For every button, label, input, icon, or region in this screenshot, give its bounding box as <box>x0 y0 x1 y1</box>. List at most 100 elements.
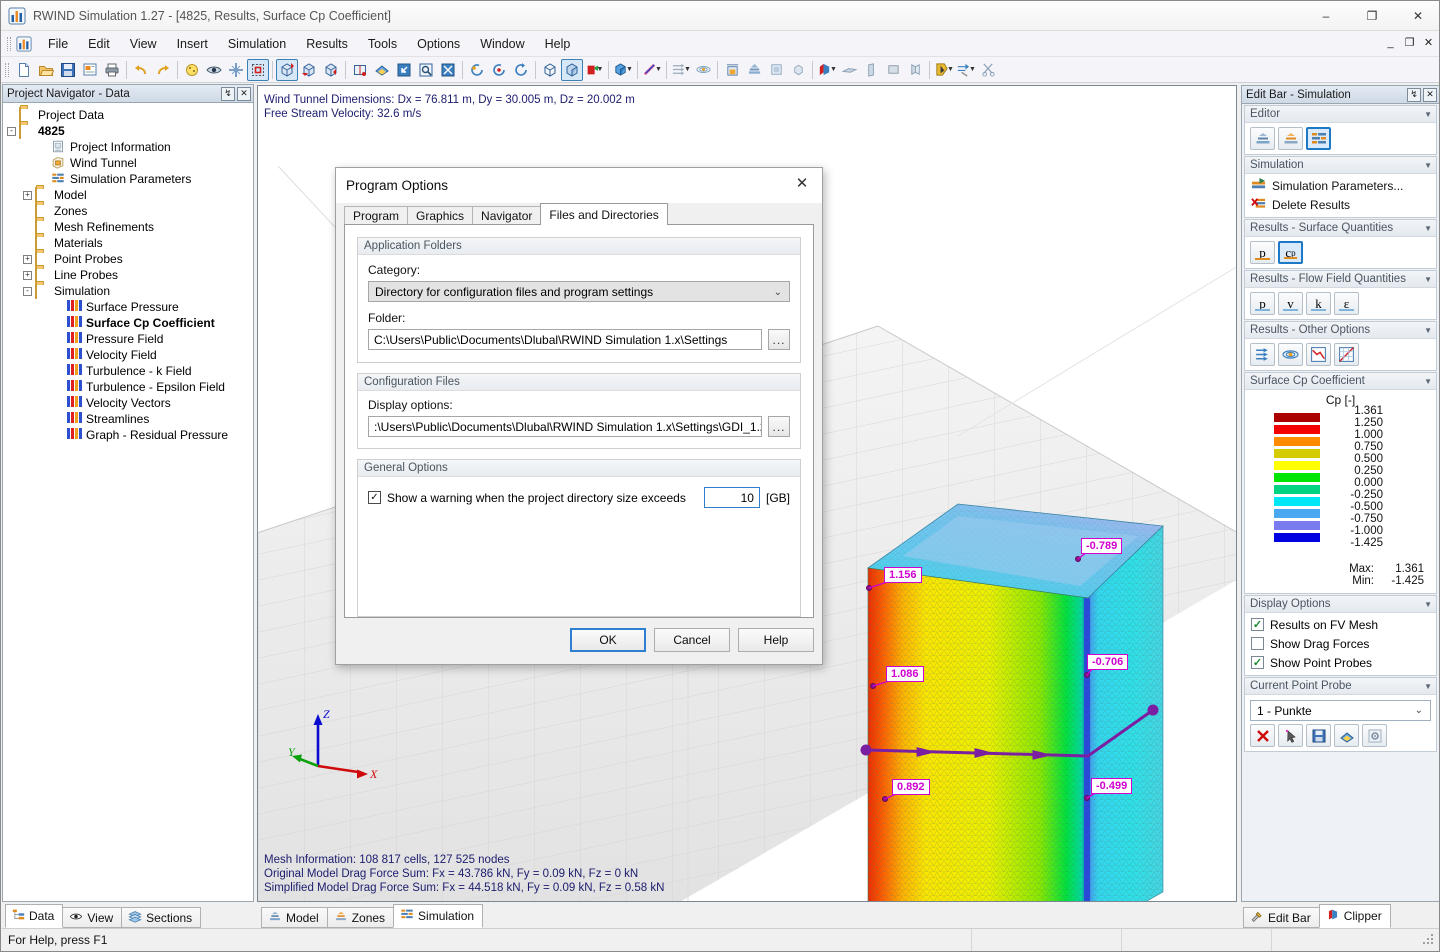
probe-point-marker[interactable] <box>870 683 876 689</box>
bottom-tab-clipper[interactable]: Clipper <box>1318 904 1391 928</box>
expand-icon[interactable]: + <box>23 270 32 280</box>
folder-input[interactable]: C:\Users\Public\Documents\Dlubal\RWIND S… <box>368 329 762 350</box>
surface-pressure-button[interactable]: p <box>1250 241 1275 264</box>
pin-icon[interactable]: ↯ <box>1407 87 1421 102</box>
close-icon[interactable]: ✕ <box>237 86 251 101</box>
solid-box-icon[interactable] <box>561 58 583 81</box>
redo-arrow-icon[interactable] <box>152 59 174 81</box>
menu-file[interactable]: File <box>38 33 78 55</box>
current-point-probe-header[interactable]: Current Point Probe ▼ <box>1245 678 1436 695</box>
show-drag-forces-row[interactable]: Show Drag Forces <box>1245 634 1436 653</box>
probe-point-marker[interactable] <box>1084 672 1090 678</box>
editor-section-header[interactable]: Editor ▼ <box>1245 106 1436 123</box>
streamline-icon[interactable] <box>692 59 714 81</box>
show-drag-forces-checkbox[interactable] <box>1251 637 1264 650</box>
model-editor-icon[interactable] <box>1250 127 1275 150</box>
nav-item-wind-tunnel[interactable]: Wind Tunnel <box>7 155 253 171</box>
pick-probe-icon[interactable] <box>1278 724 1303 747</box>
visibility-eye-icon[interactable] <box>203 59 225 81</box>
flow-k-button[interactable]: k <box>1306 292 1331 315</box>
pin-icon[interactable]: ↯ <box>221 86 235 101</box>
nav-item-pressure-field[interactable]: Pressure Field <box>7 331 253 347</box>
rotate-center-icon[interactable] <box>488 59 510 81</box>
select-marker-dropdown-icon[interactable]: ▼ <box>933 59 955 81</box>
help-button[interactable]: Help <box>738 628 814 652</box>
nav-item-turbulence-epsilon-field[interactable]: Turbulence - Epsilon Field <box>7 379 253 395</box>
mdi-close-button[interactable]: ✕ <box>1420 34 1437 51</box>
bottom-tab-simulation[interactable]: Simulation <box>393 904 484 928</box>
settings-probe-icon[interactable] <box>1362 724 1387 747</box>
color-render-icon[interactable] <box>371 59 393 81</box>
nav-item-streamlines[interactable]: Streamlines <box>7 411 253 427</box>
export-report-icon[interactable] <box>79 59 101 81</box>
toolbar-grip[interactable] <box>3 61 11 79</box>
probe-point-marker[interactable] <box>1084 795 1090 801</box>
tab-files-and-directories[interactable]: Files and Directories <box>540 203 668 225</box>
flow-field-header[interactable]: Results - Flow Field Quantities ▼ <box>1245 271 1436 288</box>
edit-probe-icon[interactable] <box>1334 724 1359 747</box>
view-iso-1-icon[interactable] <box>276 58 298 81</box>
view-front-icon[interactable] <box>349 59 371 81</box>
collapse-icon[interactable]: - <box>7 126 16 136</box>
delete-results-item[interactable]: Delete Results <box>1245 195 1436 214</box>
nav-item-surface-pressure[interactable]: Surface Pressure <box>7 299 253 315</box>
open-folder-icon[interactable] <box>35 59 57 81</box>
view-iso-2-icon[interactable] <box>298 59 320 81</box>
nav-item-velocity-field[interactable]: Velocity Field <box>7 347 253 363</box>
flow-lines-dropdown-icon[interactable]: ▼ <box>670 59 692 81</box>
nav-item-graph-residual-pressure[interactable]: Graph - Residual Pressure <box>7 427 253 443</box>
show-point-probes-row[interactable]: ✓ Show Point Probes <box>1245 653 1436 672</box>
close-icon[interactable]: ✕ <box>1423 87 1437 102</box>
zoom-all-icon[interactable] <box>437 59 459 81</box>
menu-results[interactable]: Results <box>296 33 358 55</box>
menu-grip[interactable] <box>4 35 14 53</box>
show-point-probes-checkbox[interactable]: ✓ <box>1251 656 1264 669</box>
bottom-tab-model[interactable]: Model <box>261 907 328 928</box>
save-probe-icon[interactable] <box>1306 724 1331 747</box>
mirror-icon[interactable] <box>904 59 926 81</box>
zones-editor-icon[interactable] <box>765 59 787 81</box>
results-on-fv-mesh-checkbox[interactable]: ✓ <box>1251 618 1264 631</box>
menu-insert[interactable]: Insert <box>167 33 218 55</box>
results-colors-dropdown-icon[interactable]: ▼ <box>641 59 663 81</box>
measure-dropdown-icon[interactable]: ▼ <box>955 59 977 81</box>
maximize-button[interactable]: ❐ <box>1349 1 1395 31</box>
cancel-button[interactable]: Cancel <box>654 628 730 652</box>
tab-program[interactable]: Program <box>344 206 409 225</box>
plane-icon[interactable] <box>838 59 860 81</box>
probe-point-marker[interactable] <box>882 796 888 802</box>
surface-cp-button[interactable]: cp <box>1278 241 1303 264</box>
dialog-close-icon[interactable]: ✕ <box>782 168 822 198</box>
mdi-restore-button[interactable]: ❐ <box>1401 34 1418 51</box>
directory-size-input[interactable]: 10 <box>703 487 760 508</box>
render-color-dropdown-icon[interactable]: ▼ <box>583 59 605 81</box>
bottom-tab-sections[interactable]: Sections <box>121 907 202 928</box>
model-box-dropdown-icon[interactable]: ▼ <box>612 59 634 81</box>
surface-cp-legend-header[interactable]: Surface Cp Coefficient ▼ <box>1245 373 1436 390</box>
close-button[interactable]: ✕ <box>1395 1 1439 31</box>
delete-probe-icon[interactable] <box>1250 724 1275 747</box>
nav-item-surface-cp-coefficient[interactable]: Surface Cp Coefficient <box>7 315 253 331</box>
other-options-header[interactable]: Results - Other Options ▼ <box>1245 322 1436 339</box>
rotate-view-icon[interactable] <box>510 59 532 81</box>
clipper-box-dropdown-icon[interactable]: ▼ <box>816 59 838 81</box>
resize-grip-icon[interactable] <box>1421 932 1437 948</box>
bottom-tab-zones[interactable]: Zones <box>326 907 395 928</box>
wireframe-box-icon[interactable] <box>539 59 561 81</box>
bottom-tab-data[interactable]: Data <box>5 904 64 928</box>
menu-window[interactable]: Window <box>470 33 534 55</box>
menu-view[interactable]: View <box>120 33 167 55</box>
menu-edit[interactable]: Edit <box>78 33 120 55</box>
flow-velocity-button[interactable]: v <box>1278 292 1303 315</box>
zones-editor-icon[interactable] <box>1278 127 1303 150</box>
probe-point-marker[interactable] <box>866 585 872 591</box>
snap-grid-icon[interactable] <box>225 59 247 81</box>
simulation-parameters-item[interactable]: Simulation Parameters... <box>1245 176 1436 195</box>
category-select[interactable]: Directory for configuration files and pr… <box>368 281 790 302</box>
save-disk-icon[interactable] <box>57 59 79 81</box>
mdi-minimize-button[interactable]: _ <box>1382 34 1399 51</box>
rotate-point-icon[interactable] <box>466 59 488 81</box>
tab-graphics[interactable]: Graphics <box>407 206 474 225</box>
directory-size-warning-checkbox[interactable]: ✓ <box>368 491 381 504</box>
surface-quantities-header[interactable]: Results - Surface Quantities ▼ <box>1245 220 1436 237</box>
